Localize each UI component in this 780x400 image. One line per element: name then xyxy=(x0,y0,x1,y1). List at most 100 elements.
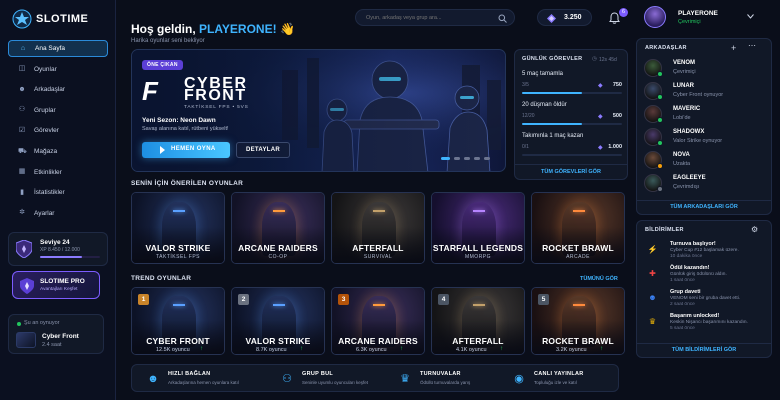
add-friend-icon[interactable]: + xyxy=(731,43,736,53)
nav-item-4[interactable]: ☑ Görevler xyxy=(8,122,108,139)
nav-item-2[interactable]: ☻ Arkadaşlar xyxy=(8,81,108,98)
friend-item[interactable]: MAVERIC Lobi'de xyxy=(644,104,764,124)
view-all-notifications-link[interactable]: TÜM BİLDİRİMLERİ GÖR xyxy=(636,347,772,353)
welcome-heading: Hoş geldin, PLAYERONE! 👋 xyxy=(131,22,295,36)
trend-up-icon: ↑ xyxy=(600,346,603,352)
notifications-button[interactable]: 6 xyxy=(603,8,628,27)
notification-desc: Keskin Nişancı başarımını kazandın. 5 saa… xyxy=(670,320,762,332)
trending-game-card[interactable]: 5 ROCKET BRAWL 3.2K oyuncu ↑ xyxy=(531,287,625,355)
quick-action-desc: Seninle uyumlu oyuncuları keşfet xyxy=(302,380,369,385)
notification-item[interactable]: ⚡ Turnuva başlıyor! Cyber Cup #12 başlamak… xyxy=(644,241,764,263)
game-title: VALOR STRIKE xyxy=(245,336,311,346)
notification-item[interactable]: ☻ Grup daveti VENOM seni bir gruba davet e… xyxy=(644,289,764,311)
quest-item[interactable]: 5 maç tamamla 3/5 ◆ 750 xyxy=(522,71,622,99)
carousel-dot[interactable] xyxy=(474,157,480,160)
view-all-quests-link[interactable]: TÜM GÖREVLERİ GÖR xyxy=(514,169,628,175)
notification-item[interactable]: ♛ Başarım unlocked! Keskin Nişancı başarım… xyxy=(644,313,764,335)
notification-settings-icon[interactable]: ⚙ xyxy=(751,225,758,234)
carousel-dots[interactable] xyxy=(441,157,496,161)
group-icon: ⚇ xyxy=(18,106,26,114)
quick-action-1[interactable]: ⚇ GRUP BUL Seninle uyumlu oyuncuları keşfe… xyxy=(280,368,390,392)
brand-logo-icon xyxy=(12,9,32,29)
quick-action-desc: Arkadaşlarına hemen oyunlara katıl xyxy=(168,380,239,385)
now-playing-card[interactable]: Şu an oynuyor Cyber Front 2.4 saat xyxy=(8,314,104,354)
friend-item[interactable]: EAGLEEYE Çevrimdışı xyxy=(644,173,764,193)
trophy-icon: ♛ xyxy=(400,373,410,385)
pro-sub: Avantajları Keşfet xyxy=(40,287,78,292)
hero-banner[interactable]: ÖNE ÇIKAN F CYBER FRONT TAKTİKSEL FPS • … xyxy=(131,49,506,172)
more-options-icon[interactable]: ⋯ xyxy=(748,41,756,50)
level-label: Seviye 24 xyxy=(40,239,70,246)
rank-badge: 4 xyxy=(438,294,449,305)
people-icon: ☻ xyxy=(147,373,159,385)
recommended-game-card[interactable]: AFTERFALL SURVIVAL xyxy=(331,192,425,264)
nav-item-6[interactable]: ▦ Etkinlikler xyxy=(8,164,108,181)
nav-item-8[interactable]: ✲ Ayarlar xyxy=(8,205,108,222)
nav-item-1[interactable]: ◫ Oyunlar xyxy=(8,61,108,78)
carousel-dot[interactable] xyxy=(484,157,490,160)
recommended-game-card[interactable]: ROCKET BRAWL ARCADE xyxy=(531,192,625,264)
quick-action-title: GRUP BUL xyxy=(302,371,334,377)
quick-action-0[interactable]: ☻ HIZLI BAĞLAN Arkadaşlarına hemen oyunlar… xyxy=(146,368,256,392)
trending-game-card[interactable]: 2 VALOR STRIKE 8.7K oyuncu ↑ xyxy=(231,287,325,355)
friend-item[interactable]: LUNAR Cyber Front oynuyor xyxy=(644,81,764,101)
reward-gem-icon: ◆ xyxy=(598,83,603,89)
trending-title: TREND OYUNLAR xyxy=(131,275,192,282)
quick-action-title: CANLI YAYINLAR xyxy=(534,371,584,377)
friend-status: Valor Strike oynuyor xyxy=(673,138,723,144)
search-bar[interactable] xyxy=(355,9,515,26)
play-now-button[interactable]: HEMEN OYNA xyxy=(142,142,230,158)
trending-game-card[interactable]: 4 AFTERFALL 4.1K oyuncu ↑ xyxy=(431,287,525,355)
nav-item-5[interactable]: ⛟ Mağaza xyxy=(8,143,108,160)
quests-divider xyxy=(514,164,628,165)
quick-action-3[interactable]: ◉ CANLI YAYINLAR Topluluğu izle ve katıl xyxy=(512,368,622,392)
friend-item[interactable]: NOVA Uzakta xyxy=(644,150,764,170)
view-all-friends-link[interactable]: TÜM ARKADAŞLARI GÖR xyxy=(636,204,772,210)
friend-item[interactable]: SHADOWX Valor Strike oynuyor xyxy=(644,127,764,147)
quest-item[interactable]: 20 düşman öldür 12/20 ◆ 500 xyxy=(522,102,622,130)
nav-item-label: Ayarlar xyxy=(34,209,55,217)
quick-action-2[interactable]: ♛ TURNUVALAR Ödüllü turnuvalarda yarış xyxy=(398,368,508,392)
search-icon[interactable] xyxy=(498,14,507,23)
carousel-dot[interactable] xyxy=(454,157,460,160)
coin-gem-icon xyxy=(547,14,556,23)
chevron-down-icon[interactable] xyxy=(747,14,754,19)
quest-reward: 750 xyxy=(612,82,622,88)
friend-item[interactable]: VENOM Çevrimiçi xyxy=(644,58,764,78)
quests-title: GÜNLÜK GÖREVLER xyxy=(522,56,583,62)
details-label: DETAYLAR xyxy=(245,147,281,153)
nav-item-label: Oyunlar xyxy=(34,65,57,73)
home-icon: ⌂ xyxy=(20,44,26,52)
users-icon: ☻ xyxy=(18,85,26,93)
trending-view-all-link[interactable]: TÜMÜNÜ GÖR xyxy=(580,276,618,282)
user-menu[interactable]: PLAYERONE Çevrimiçi xyxy=(642,5,766,29)
details-button[interactable]: DETAYLAR xyxy=(236,142,290,158)
carousel-dot[interactable] xyxy=(464,157,470,160)
notification-count-badge: 6 xyxy=(619,8,628,17)
quest-item[interactable]: Takımınla 1 maç kazan 0/1 ◆ 1.000 xyxy=(522,133,622,161)
notification-desc: Günlük giriş ödülünü aldın. 1 saat önce xyxy=(670,272,762,284)
game-title: ROCKET BRAWL xyxy=(542,336,614,346)
recommended-game-card[interactable]: ARCANE RAIDERS CO-OP xyxy=(231,192,325,264)
player-count: 4.1K oyuncu xyxy=(456,347,487,353)
notification-title: Grup daveti xyxy=(670,289,701,295)
nav-item-3[interactable]: ⚇ Gruplar xyxy=(8,102,108,119)
trending-game-card[interactable]: 3 ARCANE RAIDERS 6.3K oyuncu ↑ xyxy=(331,287,425,355)
pro-card[interactable]: SLOTIME PRO Avantajları Keşfet xyxy=(12,271,100,299)
user-avatar xyxy=(644,6,666,28)
game-title: AFTERFALL xyxy=(352,243,404,253)
friend-status: Lobi'de xyxy=(673,115,691,121)
friend-name: EAGLEEYE xyxy=(673,175,706,181)
notification-item[interactable]: ✚ Ödül kazandın! Günlük giriş ödülünü aldı… xyxy=(644,265,764,287)
recommended-game-card[interactable]: STARFALL LEGENDS MMORPG xyxy=(431,192,525,264)
recommended-game-card[interactable]: VALOR STRIKE TAKTİKSEL FPS xyxy=(131,192,225,264)
now-playing-time: 2.4 saat xyxy=(42,342,62,348)
brand-logo[interactable]: SLOTIME xyxy=(12,9,92,29)
nav-item-0[interactable]: ⌂ Ana Sayfa xyxy=(8,40,108,57)
coins-pill[interactable]: 3.250 xyxy=(537,9,592,26)
nav-item-7[interactable]: ▮ İstatistikler xyxy=(8,184,108,201)
trending-game-card[interactable]: 1 CYBER FRONT 12.5K oyuncu ↑ xyxy=(131,287,225,355)
level-card[interactable]: Seviye 24 XP 8.450 / 12.000 xyxy=(8,232,108,266)
carousel-dot-active[interactable] xyxy=(441,157,450,160)
search-input[interactable] xyxy=(366,13,496,23)
